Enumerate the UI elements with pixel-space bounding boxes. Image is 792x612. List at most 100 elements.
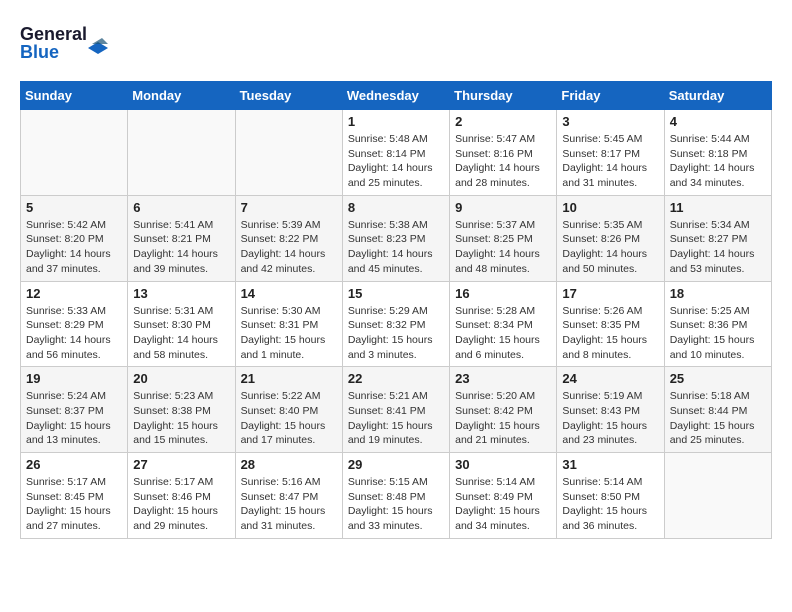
weekday-header-row: SundayMondayTuesdayWednesdayThursdayFrid… [21,82,772,110]
calendar-cell: 29 Sunrise: 5:15 AM Sunset: 8:48 PM Dayli… [342,453,449,539]
day-info: Sunrise: 5:34 AM Sunset: 8:27 PM Dayligh… [670,218,766,277]
calendar-cell: 10 Sunrise: 5:35 AM Sunset: 8:26 PM Dayli… [557,195,664,281]
day-number: 24 [562,371,658,386]
calendar-cell: 8Sunrise: 5:38 AM Sunset: 8:23 PM Daylig… [342,195,449,281]
day-number: 9 [455,200,551,215]
calendar-cell: 9 Sunrise: 5:37 AM Sunset: 8:25 PM Daylig… [450,195,557,281]
day-info: Sunrise: 5:37 AM Sunset: 8:25 PM Dayligh… [455,218,551,277]
weekday-header-tuesday: Tuesday [235,82,342,110]
calendar-cell: 7 Sunrise: 5:39 AM Sunset: 8:22 PM Daylig… [235,195,342,281]
day-info: Sunrise: 5:48 AM Sunset: 8:14 PM Dayligh… [348,132,444,191]
calendar-cell: 14 Sunrise: 5:30 AM Sunset: 8:31 PM Dayli… [235,281,342,367]
day-number: 3 [562,114,658,129]
day-number: 25 [670,371,766,386]
day-number: 4 [670,114,766,129]
day-number: 12 [26,286,122,301]
day-info: Sunrise: 5:21 AM Sunset: 8:41 PM Dayligh… [348,389,444,448]
calendar-cell [235,110,342,196]
day-info: Sunrise: 5:33 AM Sunset: 8:29 PM Dayligh… [26,304,122,363]
day-info: Sunrise: 5:22 AM Sunset: 8:40 PM Dayligh… [241,389,337,448]
day-number: 14 [241,286,337,301]
day-info: Sunrise: 5:39 AM Sunset: 8:22 PM Dayligh… [241,218,337,277]
day-info: Sunrise: 5:18 AM Sunset: 8:44 PM Dayligh… [670,389,766,448]
weekday-header-wednesday: Wednesday [342,82,449,110]
calendar-week-row: 5 Sunrise: 5:42 AM Sunset: 8:20 PM Daylig… [21,195,772,281]
day-info: Sunrise: 5:41 AM Sunset: 8:21 PM Dayligh… [133,218,229,277]
calendar-week-row: 1 Sunrise: 5:48 AM Sunset: 8:14 PM Daylig… [21,110,772,196]
calendar-cell: 11 Sunrise: 5:34 AM Sunset: 8:27 PM Dayli… [664,195,771,281]
day-info: Sunrise: 5:35 AM Sunset: 8:26 PM Dayligh… [562,218,658,277]
calendar-cell [664,453,771,539]
day-info: Sunrise: 5:24 AM Sunset: 8:37 PM Dayligh… [26,389,122,448]
calendar-cell: 30Sunrise: 5:14 AM Sunset: 8:49 PM Dayli… [450,453,557,539]
day-info: Sunrise: 5:16 AM Sunset: 8:47 PM Dayligh… [241,475,337,534]
calendar-cell: 20 Sunrise: 5:23 AM Sunset: 8:38 PM Dayli… [128,367,235,453]
calendar-week-row: 19 Sunrise: 5:24 AM Sunset: 8:37 PM Dayli… [21,367,772,453]
calendar-cell: 21Sunrise: 5:22 AM Sunset: 8:40 PM Dayli… [235,367,342,453]
day-info: Sunrise: 5:31 AM Sunset: 8:30 PM Dayligh… [133,304,229,363]
calendar-cell: 4 Sunrise: 5:44 AM Sunset: 8:18 PM Daylig… [664,110,771,196]
calendar-cell [128,110,235,196]
calendar-week-row: 12 Sunrise: 5:33 AM Sunset: 8:29 PM Dayli… [21,281,772,367]
calendar-cell: 15Sunrise: 5:29 AM Sunset: 8:32 PM Dayli… [342,281,449,367]
calendar-cell: 16Sunrise: 5:28 AM Sunset: 8:34 PM Dayli… [450,281,557,367]
day-number: 22 [348,371,444,386]
day-number: 15 [348,286,444,301]
day-number: 2 [455,114,551,129]
calendar-cell: 1 Sunrise: 5:48 AM Sunset: 8:14 PM Daylig… [342,110,449,196]
day-number: 28 [241,457,337,472]
calendar-cell: 31Sunrise: 5:14 AM Sunset: 8:50 PM Dayli… [557,453,664,539]
calendar-cell: 27 Sunrise: 5:17 AM Sunset: 8:46 PM Dayli… [128,453,235,539]
day-number: 6 [133,200,229,215]
day-info: Sunrise: 5:28 AM Sunset: 8:34 PM Dayligh… [455,304,551,363]
day-info: Sunrise: 5:14 AM Sunset: 8:49 PM Dayligh… [455,475,551,534]
day-number: 19 [26,371,122,386]
day-number: 1 [348,114,444,129]
day-number: 31 [562,457,658,472]
day-number: 23 [455,371,551,386]
day-number: 27 [133,457,229,472]
calendar-cell: 3 Sunrise: 5:45 AM Sunset: 8:17 PM Daylig… [557,110,664,196]
day-number: 8 [348,200,444,215]
calendar-table: SundayMondayTuesdayWednesdayThursdayFrid… [20,81,772,539]
logo: General Blue [20,20,110,65]
day-info: Sunrise: 5:23 AM Sunset: 8:38 PM Dayligh… [133,389,229,448]
svg-text:General: General [20,24,87,44]
weekday-header-monday: Monday [128,82,235,110]
svg-text:Blue: Blue [20,42,59,62]
calendar-cell: 2Sunrise: 5:47 AM Sunset: 8:16 PM Daylig… [450,110,557,196]
calendar-cell [21,110,128,196]
calendar-cell: 12 Sunrise: 5:33 AM Sunset: 8:29 PM Dayli… [21,281,128,367]
day-number: 10 [562,200,658,215]
day-info: Sunrise: 5:26 AM Sunset: 8:35 PM Dayligh… [562,304,658,363]
day-info: Sunrise: 5:30 AM Sunset: 8:31 PM Dayligh… [241,304,337,363]
weekday-header-friday: Friday [557,82,664,110]
day-info: Sunrise: 5:17 AM Sunset: 8:45 PM Dayligh… [26,475,122,534]
calendar-cell: 24 Sunrise: 5:19 AM Sunset: 8:43 PM Dayli… [557,367,664,453]
weekday-header-saturday: Saturday [664,82,771,110]
calendar-week-row: 26Sunrise: 5:17 AM Sunset: 8:45 PM Dayli… [21,453,772,539]
day-info: Sunrise: 5:20 AM Sunset: 8:42 PM Dayligh… [455,389,551,448]
calendar-cell: 19 Sunrise: 5:24 AM Sunset: 8:37 PM Dayli… [21,367,128,453]
day-info: Sunrise: 5:25 AM Sunset: 8:36 PM Dayligh… [670,304,766,363]
calendar-cell: 18 Sunrise: 5:25 AM Sunset: 8:36 PM Dayli… [664,281,771,367]
day-info: Sunrise: 5:42 AM Sunset: 8:20 PM Dayligh… [26,218,122,277]
day-info: Sunrise: 5:15 AM Sunset: 8:48 PM Dayligh… [348,475,444,534]
weekday-header-sunday: Sunday [21,82,128,110]
day-number: 17 [562,286,658,301]
day-number: 7 [241,200,337,215]
day-info: Sunrise: 5:44 AM Sunset: 8:18 PM Dayligh… [670,132,766,191]
day-number: 5 [26,200,122,215]
weekday-header-thursday: Thursday [450,82,557,110]
day-info: Sunrise: 5:45 AM Sunset: 8:17 PM Dayligh… [562,132,658,191]
day-number: 29 [348,457,444,472]
calendar-cell: 26Sunrise: 5:17 AM Sunset: 8:45 PM Dayli… [21,453,128,539]
day-number: 20 [133,371,229,386]
page-header: General Blue [20,20,772,65]
day-info: Sunrise: 5:17 AM Sunset: 8:46 PM Dayligh… [133,475,229,534]
day-info: Sunrise: 5:19 AM Sunset: 8:43 PM Dayligh… [562,389,658,448]
calendar-cell: 28 Sunrise: 5:16 AM Sunset: 8:47 PM Dayli… [235,453,342,539]
day-number: 11 [670,200,766,215]
day-number: 18 [670,286,766,301]
calendar-cell: 5 Sunrise: 5:42 AM Sunset: 8:20 PM Daylig… [21,195,128,281]
